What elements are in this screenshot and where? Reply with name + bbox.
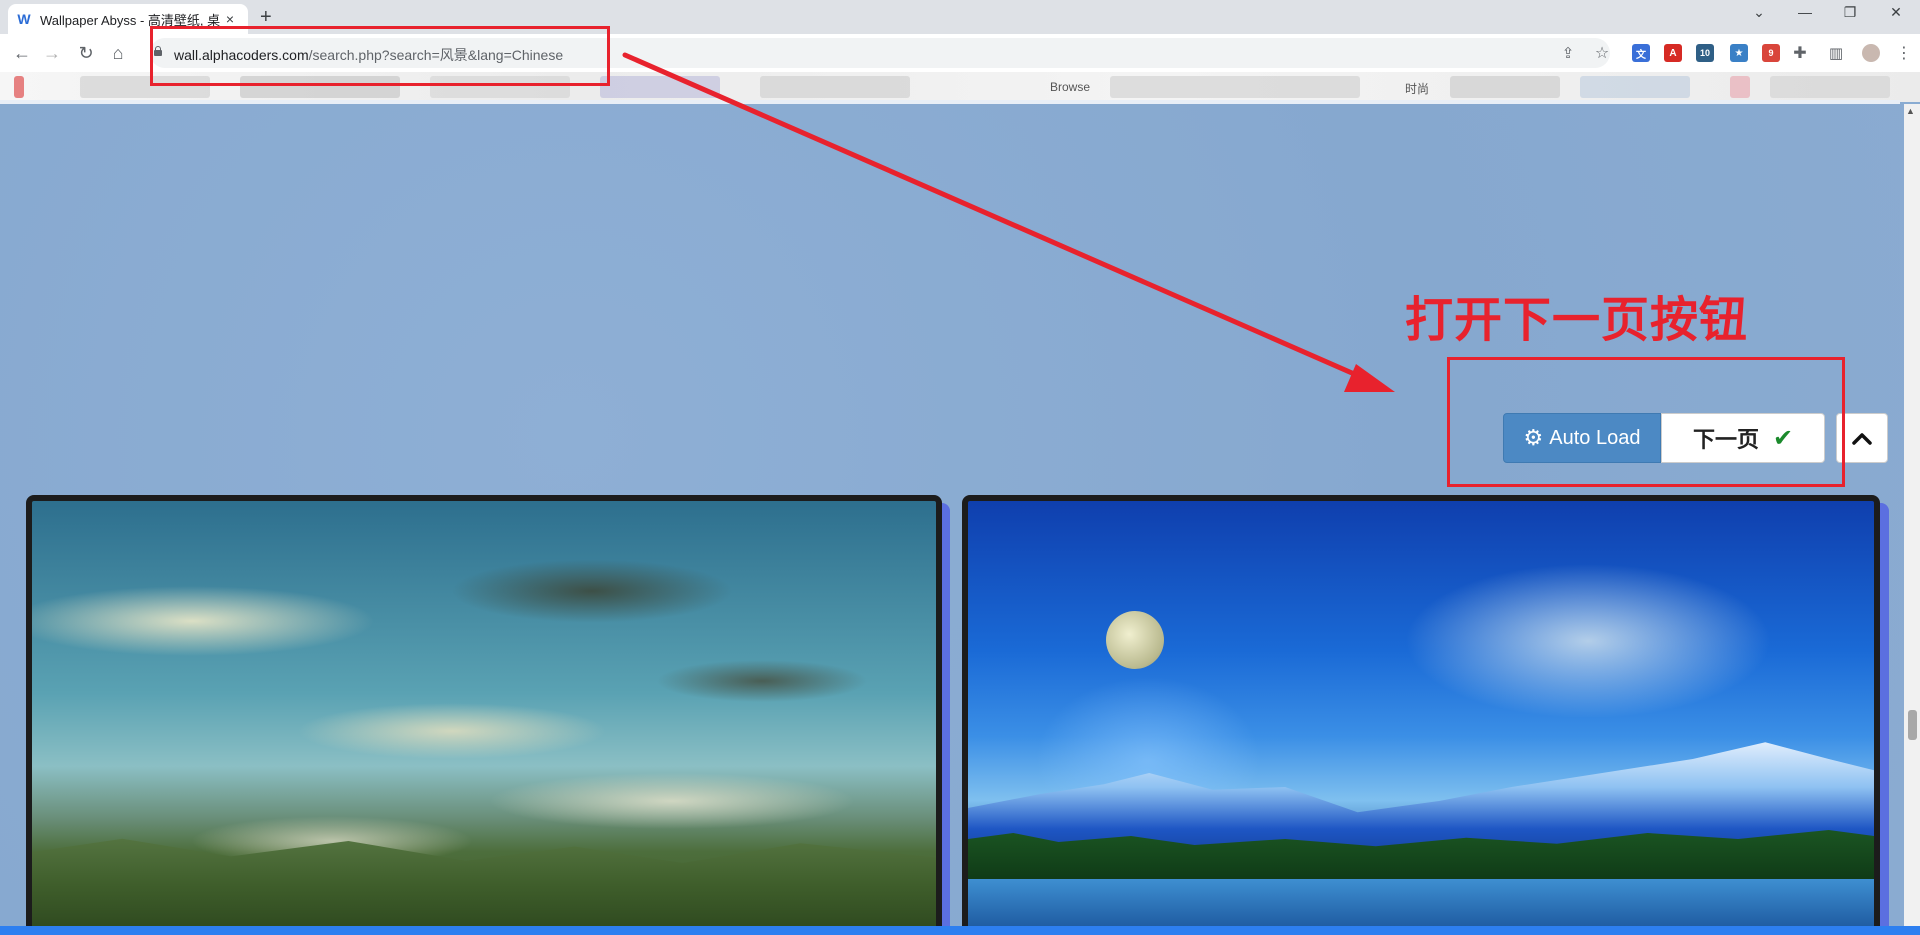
- bookmark-extension-icon[interactable]: ★: [1730, 44, 1748, 62]
- bookmark-label-2[interactable]: 时尚: [1405, 80, 1429, 97]
- bookmark-star-icon[interactable]: ☆: [1588, 40, 1616, 66]
- extension-badge-count-2: 9: [1768, 48, 1774, 58]
- scrollbar-thumb[interactable]: [1908, 710, 1917, 740]
- maximize-icon[interactable]: ❐: [1838, 4, 1862, 21]
- bookmark-item[interactable]: [1770, 76, 1890, 98]
- tab-close-icon[interactable]: ×: [222, 11, 238, 27]
- bookmark-item[interactable]: [1110, 76, 1360, 98]
- bookmark-item[interactable]: [1730, 76, 1750, 98]
- wallpaper-image-cloudy-sky[interactable]: [32, 501, 936, 929]
- bookmark-item[interactable]: [1450, 76, 1560, 98]
- share-icon[interactable]: ⇪: [1554, 40, 1582, 66]
- bookmark-item[interactable]: [1580, 76, 1690, 98]
- site-favicon-icon: W: [17, 11, 31, 27]
- back-icon[interactable]: ←: [8, 40, 36, 66]
- chevron-up-icon: [1852, 433, 1872, 445]
- reload-icon[interactable]: ↻: [72, 40, 100, 66]
- close-window-icon[interactable]: ✕: [1884, 4, 1908, 21]
- forward-icon[interactable]: →: [38, 40, 66, 66]
- scroll-up-arrow-icon[interactable]: ▲: [1906, 106, 1915, 116]
- wallpaper-card-2[interactable]: [962, 495, 1880, 935]
- menu-kebab-icon[interactable]: ⋮: [1890, 40, 1918, 66]
- extensions-puzzle-icon[interactable]: ✚: [1786, 40, 1814, 66]
- translate-extension-icon[interactable]: 文: [1632, 44, 1650, 62]
- extension-badge-count: 10: [1699, 48, 1710, 58]
- minimize-icon[interactable]: —: [1793, 4, 1817, 20]
- moon-image: [1106, 611, 1164, 669]
- bookmark-item[interactable]: [14, 76, 24, 98]
- bookmark-item[interactable]: [760, 76, 910, 98]
- wallpaper-image-moon-mountains[interactable]: [968, 501, 1874, 929]
- bookmark-item[interactable]: [600, 76, 720, 98]
- bottom-progress-bar: [0, 926, 1920, 935]
- tab-search-icon[interactable]: ⌄: [1747, 4, 1771, 21]
- url-highlight-box: [150, 26, 610, 86]
- home-icon[interactable]: ⌂: [104, 40, 132, 66]
- profile-avatar[interactable]: [1862, 44, 1880, 62]
- pdf-extension-icon[interactable]: A: [1664, 44, 1682, 62]
- extension-badge-icon[interactable]: 10: [1696, 44, 1714, 62]
- side-panel-icon[interactable]: ▥: [1822, 40, 1850, 66]
- bookmark-label[interactable]: Browse: [1050, 80, 1090, 94]
- next-button-highlight-box: [1447, 357, 1845, 487]
- wallpaper-card-1[interactable]: [26, 495, 942, 935]
- extension-badge-icon-2[interactable]: 9: [1762, 44, 1780, 62]
- annotation-label: 打开下一页按钮: [1405, 294, 1749, 347]
- page-scrollbar[interactable]: [1904, 104, 1920, 928]
- lake-image: [968, 879, 1874, 929]
